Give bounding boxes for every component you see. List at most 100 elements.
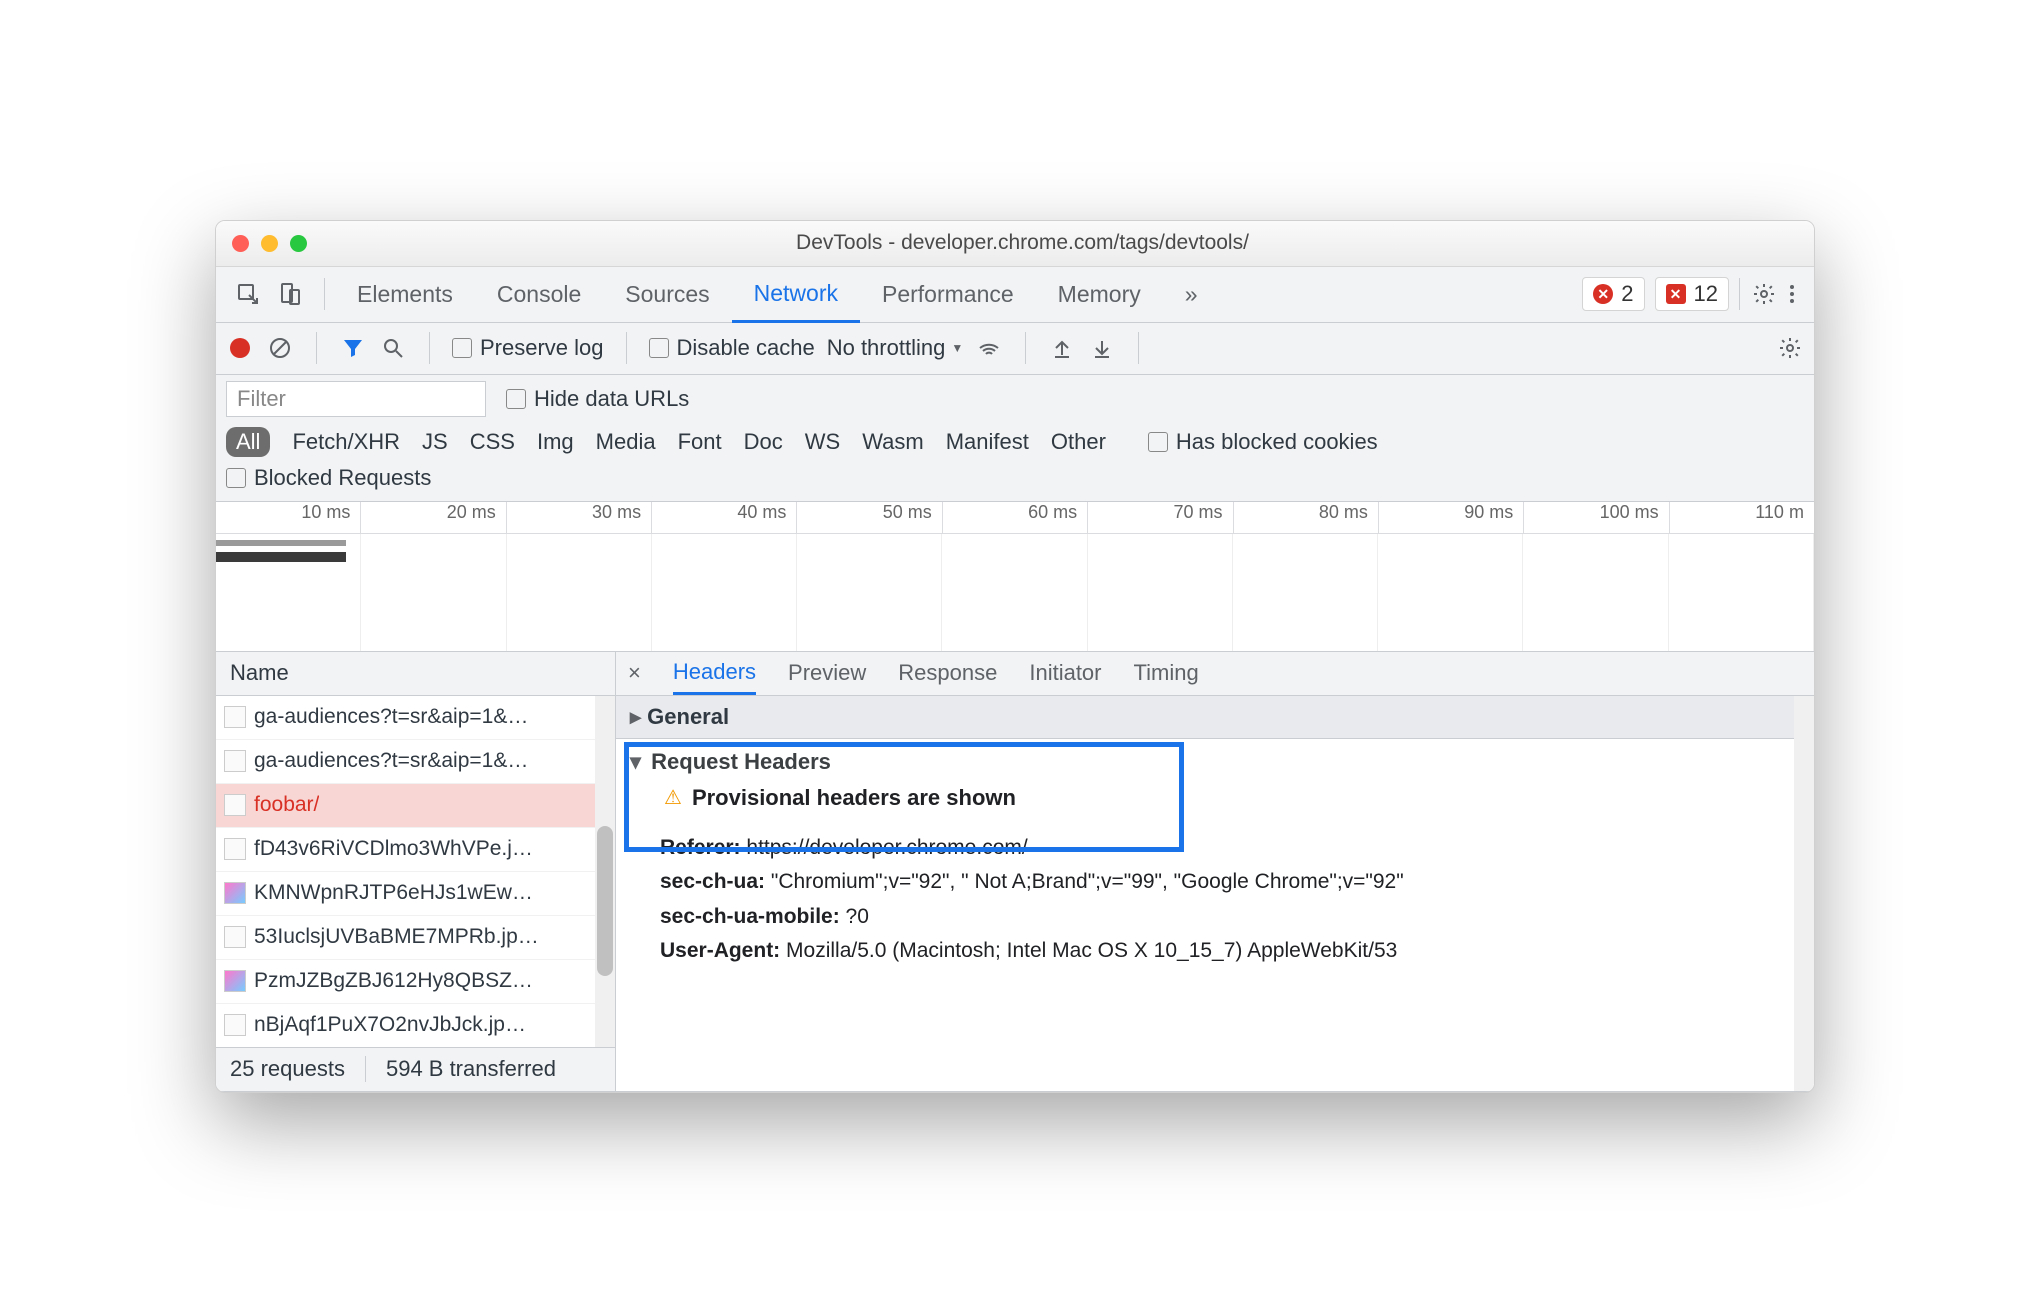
issues-badge[interactable]: ✕12 — [1655, 277, 1729, 311]
chevron-down-icon: ▼ — [951, 341, 963, 355]
request-row[interactable]: ga-audiences?t=sr&aip=1&… — [216, 740, 615, 784]
filter-funnel-icon[interactable] — [339, 334, 367, 362]
chip-font[interactable]: Font — [678, 429, 722, 455]
tab-sources[interactable]: Sources — [603, 267, 731, 322]
separator — [1025, 332, 1026, 364]
errors-badge[interactable]: ✕2 — [1582, 277, 1644, 311]
network-settings-gear-icon[interactable] — [1776, 334, 1804, 362]
chip-media[interactable]: Media — [596, 429, 656, 455]
chip-other[interactable]: Other — [1051, 429, 1106, 455]
header-key: User-Agent: — [660, 939, 780, 962]
request-name: 53IuclsjUVBaBME7MPRb.jp… — [254, 925, 539, 949]
request-headers-title[interactable]: Request Headers — [630, 749, 1800, 775]
scrollbar-thumb[interactable] — [597, 826, 613, 976]
error-circle-icon: ✕ — [1593, 284, 1613, 304]
tick: 10 ms — [216, 502, 361, 533]
record-button[interactable] — [226, 334, 254, 362]
detail-tab-initiator[interactable]: Initiator — [1029, 652, 1101, 695]
transferred-size: 594 B transferred — [386, 1056, 556, 1082]
tab-elements[interactable]: Elements — [335, 267, 475, 322]
tab-performance[interactable]: Performance — [860, 267, 1036, 322]
request-row[interactable]: PzmJZBgZBJ612Hy8QBSZ… — [216, 960, 615, 1004]
chip-css[interactable]: CSS — [470, 429, 515, 455]
type-filter-chips: All Fetch/XHR JS CSS Img Media Font Doc … — [226, 427, 1804, 457]
disable-cache-checkbox[interactable]: Disable cache — [649, 335, 815, 361]
tick: 100 ms — [1524, 502, 1669, 533]
disable-cache-label: Disable cache — [677, 335, 815, 361]
search-icon[interactable] — [379, 334, 407, 362]
detail-tabs: × Headers Preview Response Initiator Tim… — [616, 652, 1814, 696]
tick: 80 ms — [1234, 502, 1379, 533]
request-row[interactable]: nBjAqf1PuX7O2nvJbJck.jp… — [216, 1004, 615, 1047]
file-icon — [224, 706, 246, 728]
download-icon[interactable] — [1088, 334, 1116, 362]
settings-gear-icon[interactable] — [1750, 280, 1778, 308]
header-row: Referer: https://developer.chrome.com/ — [660, 831, 1800, 866]
general-section[interactable]: General — [616, 696, 1814, 739]
network-conditions-icon[interactable] — [975, 334, 1003, 362]
chip-ws[interactable]: WS — [805, 429, 840, 455]
timeline-bar — [216, 552, 346, 562]
detail-tab-headers[interactable]: Headers — [673, 652, 756, 695]
request-row-error[interactable]: foobar/ — [216, 784, 615, 828]
detail-tab-preview[interactable]: Preview — [788, 652, 866, 695]
name-column-header[interactable]: Name — [216, 652, 615, 696]
request-row[interactable]: ga-audiences?t=sr&aip=1&… — [216, 696, 615, 740]
header-value: Mozilla/5.0 (Macintosh; Intel Mac OS X 1… — [786, 939, 1397, 962]
blocked-requests-checkbox[interactable]: Blocked Requests — [226, 465, 431, 491]
tick: 30 ms — [507, 502, 652, 533]
tab-network[interactable]: Network — [732, 267, 860, 323]
request-row[interactable]: KMNWpnRJTP6eHJs1wEw… — [216, 872, 615, 916]
kebab-menu-icon[interactable] — [1778, 280, 1806, 308]
request-row[interactable]: fD43v6RiVCDlmo3WhVPe.j… — [216, 828, 615, 872]
header-key: Referer: — [660, 836, 741, 859]
filter-input[interactable]: Filter — [226, 381, 486, 417]
tab-console[interactable]: Console — [475, 267, 603, 322]
file-icon — [224, 838, 246, 860]
chip-img[interactable]: Img — [537, 429, 574, 455]
tick: 60 ms — [943, 502, 1088, 533]
scrollbar[interactable] — [595, 696, 615, 1047]
separator — [626, 332, 627, 364]
chip-fetchxhr[interactable]: Fetch/XHR — [292, 429, 400, 455]
tab-overflow[interactable]: » — [1163, 267, 1220, 322]
requests-table: Name ga-audiences?t=sr&aip=1&… ga-audien… — [216, 652, 616, 1091]
issues-count: 12 — [1694, 281, 1718, 307]
scrollbar[interactable] — [1794, 696, 1814, 1091]
hide-data-urls-checkbox[interactable]: Hide data URLs — [506, 386, 689, 412]
tick: 90 ms — [1379, 502, 1524, 533]
chip-manifest[interactable]: Manifest — [946, 429, 1029, 455]
header-value: "Chromium";v="92", " Not A;Brand";v="99"… — [771, 870, 1404, 893]
has-blocked-cookies-checkbox[interactable]: Has blocked cookies — [1148, 429, 1378, 455]
filter-bar: Filter Hide data URLs All Fetch/XHR JS C… — [216, 375, 1814, 502]
tab-memory[interactable]: Memory — [1036, 267, 1163, 322]
network-split: Name ga-audiences?t=sr&aip=1&… ga-audien… — [216, 652, 1814, 1092]
close-detail-icon[interactable]: × — [628, 660, 641, 686]
header-row: User-Agent: Mozilla/5.0 (Macintosh; Inte… — [660, 934, 1800, 969]
chip-all[interactable]: All — [226, 427, 270, 457]
upload-icon[interactable] — [1048, 334, 1076, 362]
detail-tab-response[interactable]: Response — [898, 652, 997, 695]
file-icon — [224, 926, 246, 948]
separator — [365, 1056, 366, 1082]
waterfall-overview[interactable]: 10 ms 20 ms 30 ms 40 ms 50 ms 60 ms 70 m… — [216, 502, 1814, 652]
inspect-element-icon[interactable] — [234, 280, 262, 308]
request-name: nBjAqf1PuX7O2nvJbJck.jp… — [254, 1013, 526, 1037]
throttling-select[interactable]: No throttling▼ — [827, 335, 964, 361]
warning-icon: ⚠ — [664, 785, 682, 810]
status-bar: 25 requests 594 B transferred — [216, 1047, 615, 1091]
chip-doc[interactable]: Doc — [744, 429, 783, 455]
blocked-requests-label: Blocked Requests — [254, 465, 431, 491]
has-blocked-cookies-label: Has blocked cookies — [1176, 429, 1378, 455]
chip-wasm[interactable]: Wasm — [862, 429, 924, 455]
request-row[interactable]: 53IuclsjUVBaBME7MPRb.jp… — [216, 916, 615, 960]
detail-tab-timing[interactable]: Timing — [1134, 652, 1199, 695]
preserve-log-label: Preserve log — [480, 335, 604, 361]
clear-icon[interactable] — [266, 334, 294, 362]
preserve-log-checkbox[interactable]: Preserve log — [452, 335, 604, 361]
device-toolbar-icon[interactable] — [276, 280, 304, 308]
header-key: sec-ch-ua: — [660, 870, 765, 893]
separator — [324, 278, 325, 310]
tick: 70 ms — [1088, 502, 1233, 533]
chip-js[interactable]: JS — [422, 429, 448, 455]
